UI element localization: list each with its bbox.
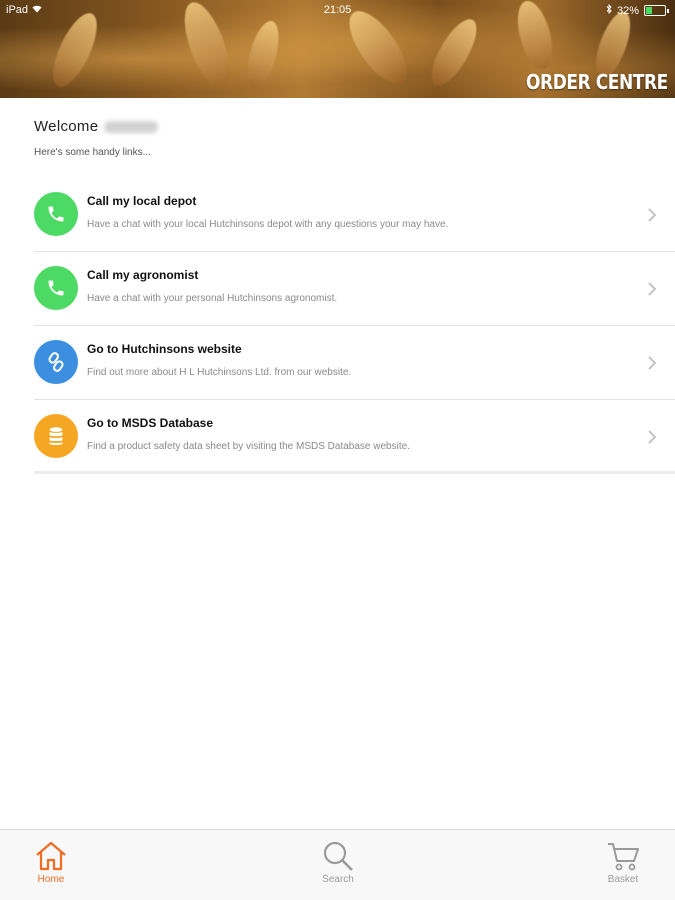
tab-search-label: Search [322, 874, 354, 885]
banner-decoration [241, 17, 285, 93]
battery-percent: 32% [616, 4, 639, 17]
links-list: Call my local depot Have a chat with you… [34, 178, 675, 474]
tab-basket-label: Basket [607, 874, 639, 885]
banner-decoration [44, 7, 106, 93]
list-item-call-agronomist[interactable]: Call my agronomist Have a chat with your… [34, 252, 675, 326]
list-item-description: Have a chat with your local Hutchinsons … [87, 219, 449, 230]
phone-icon [34, 266, 78, 310]
tab-home-label: Home [37, 874, 65, 885]
user-name-redacted [104, 121, 159, 134]
list-item-title: Call my local depot [87, 194, 197, 208]
battery-icon [644, 5, 666, 16]
chevron-right-icon [648, 208, 657, 222]
welcome-heading: Welcome [34, 118, 159, 135]
database-icon [34, 414, 78, 458]
list-item-title: Go to MSDS Database [87, 416, 214, 430]
list-item-title: Call my agronomist [87, 268, 199, 282]
status-bar: iPad 21:05 32% [0, 0, 675, 20]
chevron-right-icon [648, 282, 657, 296]
chevron-right-icon [648, 430, 657, 444]
tab-bar: Home Search Basket [0, 829, 675, 900]
tab-search[interactable]: Search [303, 840, 373, 885]
basket-icon [608, 843, 639, 871]
status-time: 21:05 [323, 4, 352, 16]
bluetooth-icon [606, 3, 612, 17]
link-icon [34, 340, 78, 384]
header-title: ORDER CENTRE [526, 70, 668, 94]
list-item-title: Go to Hutchinsons website [87, 342, 242, 356]
list-item-msds[interactable]: Go to MSDS Database Find a product safet… [34, 400, 675, 474]
chevron-right-icon [648, 356, 657, 370]
list-item-description: Find a product safety data sheet by visi… [87, 441, 410, 452]
welcome-text: Welcome [34, 118, 99, 135]
phone-icon [34, 192, 78, 236]
home-icon [36, 841, 66, 871]
tab-basket[interactable]: Basket [588, 840, 658, 885]
tab-home[interactable]: Home [16, 840, 86, 885]
list-item-website[interactable]: Go to Hutchinsons website Find out more … [34, 326, 675, 400]
battery-tip [667, 8, 669, 13]
list-item-call-depot[interactable]: Call my local depot Have a chat with you… [34, 178, 675, 252]
header-banner: iPad 21:05 32% ORDER CENTRE [0, 0, 675, 98]
list-item-description: Have a chat with your personal Hutchinso… [87, 293, 338, 304]
welcome-subtitle: Here's some handy links... [34, 147, 151, 158]
list-item-description: Find out more about H L Hutchinsons Ltd.… [87, 367, 352, 378]
search-icon [323, 841, 353, 871]
banner-decoration [423, 13, 485, 92]
